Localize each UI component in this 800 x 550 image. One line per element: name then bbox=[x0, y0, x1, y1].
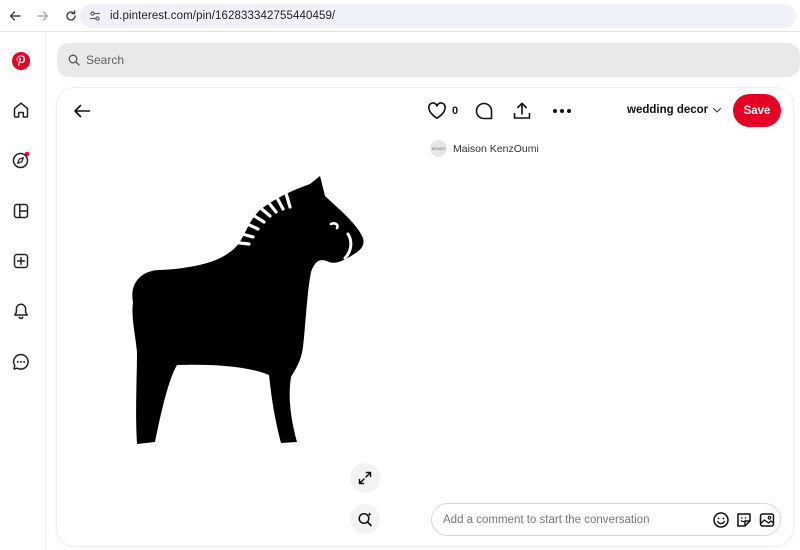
pin-author[interactable]: KENZO Maison KenzOumi bbox=[430, 140, 539, 157]
left-sidebar bbox=[0, 33, 46, 550]
like-button[interactable] bbox=[427, 100, 447, 122]
share-icon bbox=[513, 102, 531, 119]
url-text: id.pinterest.com/pin/162833342755440459/ bbox=[110, 10, 336, 22]
more-icon bbox=[553, 109, 572, 113]
reload-icon bbox=[66, 9, 76, 21]
save-button[interactable]: Save bbox=[733, 94, 781, 127]
heart-icon bbox=[428, 102, 446, 119]
comment-icon bbox=[475, 102, 493, 120]
dala-horse-illustration bbox=[132, 176, 364, 444]
share-button[interactable] bbox=[512, 100, 532, 122]
expand-button[interactable] bbox=[350, 463, 380, 493]
search-bar[interactable]: Search bbox=[57, 43, 800, 77]
image-icon[interactable] bbox=[757, 510, 777, 530]
chevron-down-icon bbox=[713, 107, 722, 113]
visual-search-button[interactable] bbox=[350, 504, 380, 534]
sticker-icon[interactable] bbox=[734, 510, 754, 530]
author-name[interactable]: Maison KenzOumi bbox=[453, 143, 539, 155]
visual-search-icon bbox=[358, 512, 372, 527]
pin-image[interactable] bbox=[57, 88, 419, 546]
pinterest-logo-icon[interactable] bbox=[9, 49, 33, 73]
messages-icon[interactable] bbox=[9, 350, 33, 374]
explore-icon[interactable] bbox=[9, 148, 33, 172]
back-nav-button[interactable] bbox=[2, 3, 28, 29]
forward-nav-button[interactable] bbox=[30, 3, 56, 29]
create-icon[interactable] bbox=[9, 249, 33, 273]
notification-dot bbox=[24, 151, 30, 157]
avatar[interactable]: KENZO bbox=[430, 140, 447, 157]
pin-actions: 0 bbox=[427, 100, 572, 122]
boards-icon[interactable] bbox=[9, 199, 33, 223]
home-icon[interactable] bbox=[9, 98, 33, 122]
more-options-button[interactable] bbox=[552, 100, 572, 122]
notifications-icon[interactable] bbox=[9, 299, 33, 323]
comment-box[interactable]: Add a comment to start the conversation bbox=[431, 503, 781, 536]
like-count: 0 bbox=[452, 105, 459, 117]
browser-toolbar: id.pinterest.com/pin/162833342755440459/ bbox=[0, 0, 800, 32]
pin-closeup-card: 0 wedding decor Save KENZO Maison KenzOu… bbox=[57, 88, 793, 546]
expand-icon bbox=[358, 471, 372, 485]
arrow-right-icon bbox=[37, 10, 49, 21]
search-input[interactable]: Search bbox=[86, 53, 124, 67]
arrow-left-icon bbox=[9, 10, 21, 21]
emoji-icon[interactable] bbox=[711, 510, 731, 530]
address-bar[interactable]: id.pinterest.com/pin/162833342755440459/ bbox=[80, 4, 796, 28]
comment-input[interactable]: Add a comment to start the conversation bbox=[443, 514, 711, 526]
board-name: wedding decor bbox=[627, 104, 709, 116]
comment-toggle-button[interactable] bbox=[474, 100, 494, 122]
board-selector[interactable]: wedding decor bbox=[627, 104, 722, 116]
search-icon bbox=[68, 54, 80, 66]
site-settings-icon[interactable] bbox=[88, 9, 102, 23]
